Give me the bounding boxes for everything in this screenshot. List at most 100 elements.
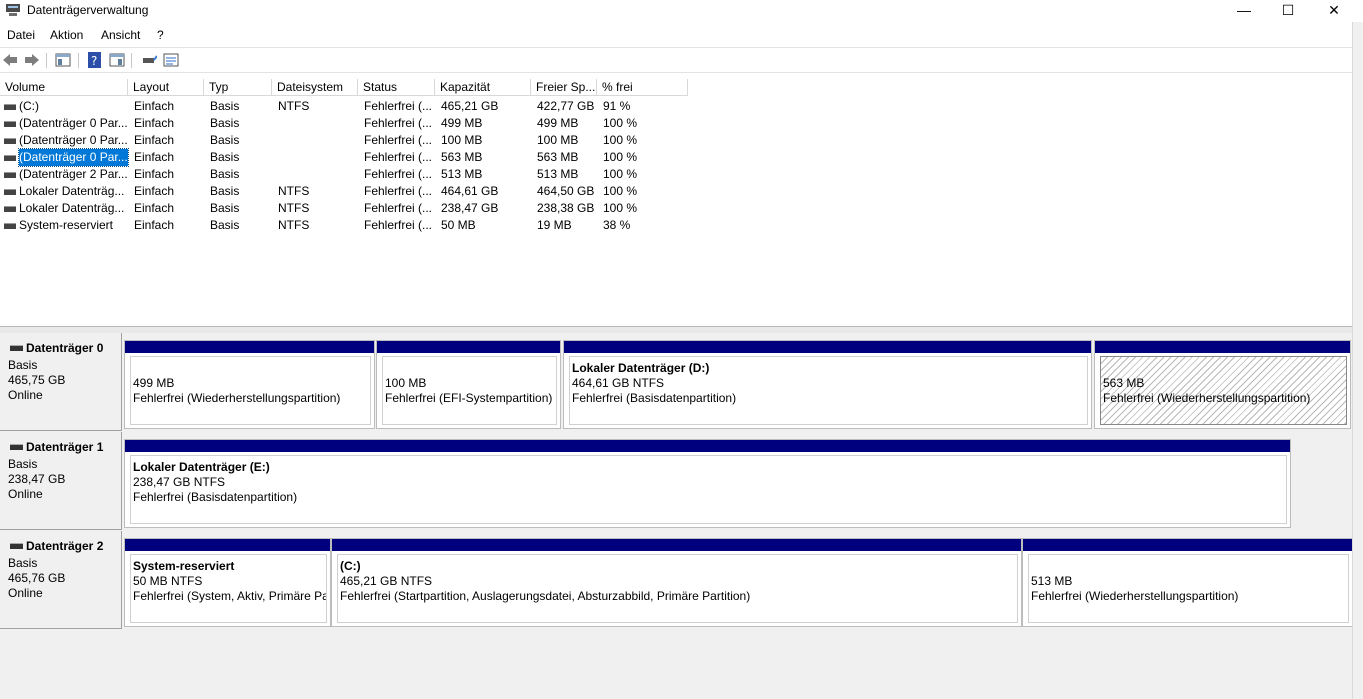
partition-block[interactable]: Lokaler Datenträger (D:) 464,61 GB NTFS Fe… [563,340,1092,429]
partition-header-bar [332,539,1021,551]
show-hide-console-tree-icon[interactable] [55,52,71,68]
toolbar-divider [131,53,132,68]
partition-block[interactable]: 513 MB Fehlerfrei (Wiederherstellungspart… [1022,538,1353,627]
partition-name-empty [133,361,370,376]
forward-icon[interactable] [24,52,40,68]
disk-type: Basis [8,358,38,372]
svg-text:?: ? [91,54,97,68]
table-row[interactable]: (Datenträger 0 Par... Einfach Basis Fehlerf… [0,132,700,149]
column-layout[interactable]: Layout [128,79,204,96]
partition-header-bar [564,341,1091,353]
table-row[interactable]: (Datenträger 2 Par... Einfach Basis Fehlerf… [0,166,700,183]
column-dateisystem[interactable]: Dateisystem [272,79,358,96]
cell-layout: Einfach [134,99,175,113]
title-bar: Datenträgerverwaltung — ☐ ✕ [0,0,1363,22]
menu-help[interactable]: ? [157,28,164,42]
table-row[interactable]: (Datenträger 0 Par... Einfach Basis Fehlerf… [0,148,700,167]
menu-aktion[interactable]: Aktion [50,28,83,42]
partition-status: Fehlerfrei (Wiederherstellungspartition) [133,391,341,405]
table-row[interactable]: (Datenträger 0 Par... Einfach Basis Fehlerf… [0,115,700,132]
toolbar-divider [46,53,47,68]
partition-block[interactable]: 499 MB Fehlerfrei (Wiederherstellungspart… [124,340,375,429]
minimize-button[interactable]: — [1221,0,1267,22]
vertical-scrollbar[interactable] [1352,22,1363,699]
table-row[interactable]: (C:) Einfach Basis NTFS Fehlerfrei (... 465,2… [0,98,700,115]
help-icon[interactable]: ? [87,52,103,68]
cell-kapazitaet: 464,61 GB [441,184,499,198]
cell-status: Fehlerfrei (... [364,201,433,215]
menu-ansicht[interactable]: Ansicht [101,28,140,42]
volume-icon [4,206,16,212]
cell-typ: Basis [210,116,240,130]
cell-dateisystem: NTFS [278,201,310,215]
cell-volume: System-reserviert [19,218,114,232]
maximize-button[interactable]: ☐ [1265,0,1311,22]
close-button[interactable]: ✕ [1311,0,1357,22]
disk-icon [10,444,23,450]
partition-name-empty [385,361,556,376]
partition-status: Fehlerfrei (Basisdatenpartition) [133,490,298,504]
disk-type: Basis [8,556,38,570]
partition-block[interactable]: System-reserviert 50 MB NTFS Fehlerfrei (S… [124,538,331,627]
cell-kapazitaet: 100 MB [441,133,483,147]
disk-label-0[interactable]: Datenträger 0 Basis 465,75 GB Online [0,333,122,431]
list-view-icon[interactable] [163,52,179,68]
partition-status: Fehlerfrei (Wiederherstellungspartition) [1031,589,1239,603]
disk-map-pane: Datenträger 0 Basis 465,75 GB Online 499 MB… [0,333,1353,699]
toolbar: ? [0,49,1352,71]
column-freier-speicher[interactable]: Freier Sp... [531,79,597,96]
partition-body: 563 MB Fehlerfrei (Wiederherstellungspart… [1100,356,1347,425]
menu-datei[interactable]: Datei [7,28,35,42]
cell-kapazitaet: 513 MB [441,167,483,181]
connect-icon[interactable] [141,52,157,68]
column-kapazitaet[interactable]: Kapazität [435,79,531,96]
volume-icon [4,121,16,127]
partition-name-empty [1031,559,1348,574]
partition-body: 100 MB Fehlerfrei (EFI-Systempartition) [382,356,557,425]
volume-icon [4,223,16,229]
disk-label-2[interactable]: Datenträger 2 Basis 465,76 GB Online [0,531,122,629]
column-typ[interactable]: Typ [204,79,272,96]
cell-prozent-frei: 100 % [603,150,638,164]
cell-kapazitaet: 499 MB [441,116,483,130]
cell-prozent-frei: 100 % [603,167,638,181]
disk-icon [10,543,23,549]
partition-body: Lokaler Datenträger (E:) 238,47 GB NTFS Fe… [130,455,1287,524]
partition-status: Fehlerfrei (System, Aktiv, Primäre Parti… [133,589,326,603]
disk-icon [10,345,23,351]
cell-layout: Einfach [134,184,175,198]
cell-status: Fehlerfrei (... [364,218,433,232]
partition-name: Lokaler Datenträger (E:) [133,460,270,474]
column-status[interactable]: Status [358,79,435,96]
cell-volume: (Datenträger 0 Par... [19,133,128,147]
cell-freier-speicher: 238,38 GB [537,201,595,215]
partition-status: Fehlerfrei (EFI-Systempartition) [385,391,553,405]
partition-block[interactable]: 100 MB Fehlerfrei (EFI-Systempartition) [376,340,561,429]
disk-size: 465,75 GB [8,373,66,387]
partition-name: (C:) [340,559,361,573]
cell-volume: (Datenträger 0 Par... [19,116,128,130]
cell-volume: Lokaler Datenträg... [19,184,125,198]
disk-label-1[interactable]: Datenträger 1 Basis 238,47 GB Online [0,432,122,530]
partition-header-bar [1095,341,1350,353]
cell-prozent-frei: 38 % [603,218,631,232]
column-prozent-frei[interactable]: % frei [597,79,688,96]
partition-header-bar [125,341,374,353]
partition-block[interactable]: 563 MB Fehlerfrei (Wiederherstellungspart… [1094,340,1351,429]
cell-typ: Basis [210,133,240,147]
table-row[interactable]: Lokaler Datenträg... Einfach Basis NTFS Fehl… [0,200,700,217]
partition-block[interactable]: (C:) 465,21 GB NTFS Fehlerfrei (Startparti… [331,538,1022,627]
cell-freier-speicher: 19 MB [537,218,572,232]
column-volume[interactable]: Volume [0,79,128,96]
window-title: Datenträgerverwaltung [27,3,149,17]
partition-block[interactable]: Lokaler Datenträger (E:) 238,47 GB NTFS Fe… [124,439,1291,528]
menu-bar: Datei Aktion Ansicht ? [0,26,1363,46]
partition-size: 499 MB [133,376,175,390]
volume-icon [4,155,16,161]
partition-name-empty [1103,361,1346,376]
table-row[interactable]: System-reserviert Einfach Basis NTFS Fehlerf… [0,217,700,234]
partition-body: 499 MB Fehlerfrei (Wiederherstellungspart… [130,356,371,425]
back-icon[interactable] [2,52,18,68]
table-row[interactable]: Lokaler Datenträg... Einfach Basis NTFS Fehl… [0,183,700,200]
properties-icon[interactable] [109,52,125,68]
